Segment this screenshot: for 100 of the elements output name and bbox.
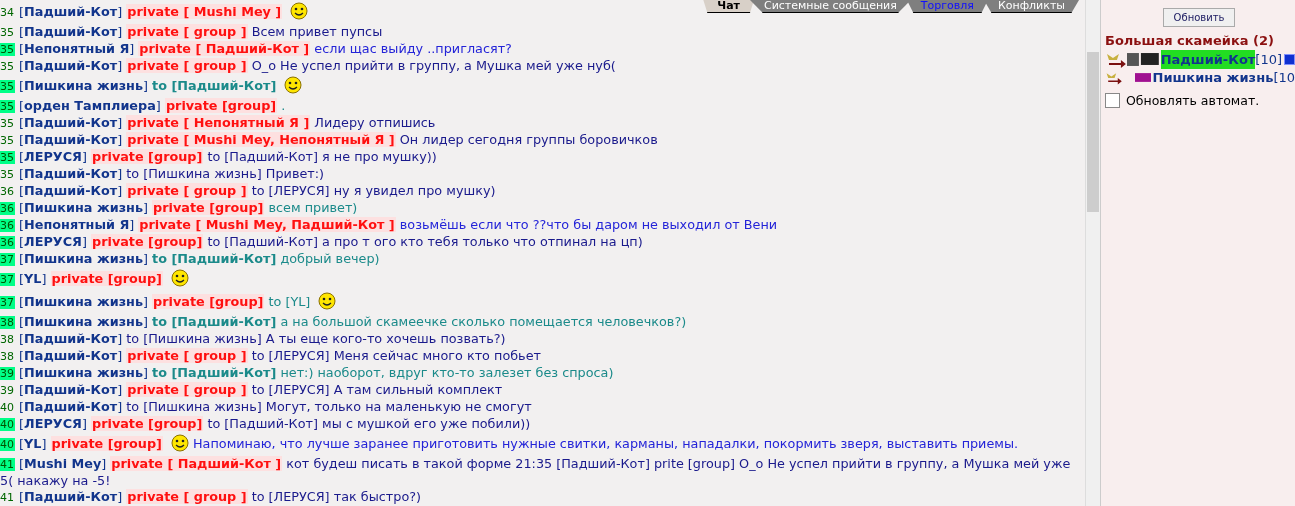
sender-name[interactable]: [Падший-Кот]	[19, 399, 123, 414]
sender-name[interactable]: [Пишкина жизнь]	[19, 365, 148, 380]
message-text: Меня сейчас много кто побьет	[333, 348, 541, 363]
message-text: так быстро?)	[333, 489, 421, 504]
sender-name[interactable]: [ЛЕРУСЯ]	[19, 416, 87, 431]
message-text: всем привет)	[268, 200, 358, 215]
message-text: возьмёшь если что ??что бы даром не выходил от Вени	[399, 217, 778, 232]
timestamp: 39	[0, 384, 15, 397]
timestamp: 41	[0, 458, 15, 471]
sender-name[interactable]: [Пишкина жизнь]	[19, 294, 148, 309]
sender-name[interactable]: [Падший-Кот]	[19, 382, 123, 397]
sender-name[interactable]: [YL]	[19, 436, 47, 451]
addressee[interactable]: to [Падший-Кот]	[152, 251, 277, 266]
checkbox-label: Обновлять автомат.	[1126, 91, 1260, 110]
sender-name[interactable]: [Пишкина жизнь]	[19, 78, 148, 93]
scrollbar[interactable]	[1085, 0, 1100, 506]
message-text: мы с мушкой его уже побили))	[322, 416, 531, 431]
timestamp: 40	[0, 418, 15, 431]
sender-name[interactable]: [Падший-Кот]	[19, 331, 123, 346]
timestamp: 36	[0, 236, 15, 249]
sender-name[interactable]: [Падший-Кот]	[19, 132, 123, 147]
addressee[interactable]: to [ЛЕРУСЯ]	[251, 348, 330, 363]
sender-name[interactable]: [Падший-Кот]	[19, 166, 123, 181]
timestamp: 36	[0, 185, 15, 198]
timestamp: 35	[0, 117, 15, 130]
addressee[interactable]: to [ЛЕРУСЯ]	[251, 183, 330, 198]
addressee[interactable]: to [YL]	[268, 294, 311, 309]
timestamp: 35	[0, 60, 15, 73]
timestamp: 35	[0, 168, 15, 181]
message-text: Лидеру отпишись	[314, 115, 436, 130]
timestamp: 37	[0, 296, 15, 309]
sender-name[interactable]: [Падший-Кот]	[19, 58, 123, 73]
message-text: О_о Не успел прийти в группу, а Мушка мей уже нуб(	[251, 58, 616, 73]
timestamp: 35	[0, 151, 15, 164]
sender-name[interactable]: [Mushi Mey]	[19, 456, 107, 471]
sender-name[interactable]: [ЛЕРУСЯ]	[19, 149, 87, 164]
member-name[interactable]: Пишкина жизнь	[1152, 67, 1274, 88]
sender-name[interactable]: [YL]	[19, 271, 47, 286]
sender-name[interactable]: [Падший-Кот]	[19, 4, 123, 19]
message-text: .	[281, 98, 286, 113]
message-text: А там сильный комплект	[333, 382, 503, 397]
sender-name[interactable]: [Пишкина жизнь]	[19, 314, 148, 329]
addressee[interactable]: to [Падший-Кот]	[152, 314, 277, 329]
timestamp: 35	[0, 80, 15, 93]
timestamp: 40	[0, 438, 15, 451]
timestamp: 38	[0, 316, 15, 329]
sender-name[interactable]: [Падший-Кот]	[19, 115, 123, 130]
sender-name[interactable]: [Падший-Кот]	[19, 489, 123, 504]
room-title: Большая скамейка (2)	[1105, 32, 1275, 50]
sender-name[interactable]: [орден Тамплиера]	[19, 98, 161, 113]
sender-name[interactable]: [Непонятный Я]	[19, 217, 135, 232]
addressee[interactable]: to [Падший-Кот]	[207, 149, 318, 164]
sender-name[interactable]: [Падший-Кот]	[19, 348, 123, 363]
timestamp: 39	[0, 367, 15, 380]
message-text: А ты еще кого-то хочешь позвать?)	[265, 331, 506, 346]
message-text: ну я увидел про мушку)	[333, 183, 496, 198]
addressee[interactable]: to [Падший-Кот]	[152, 365, 277, 380]
arrow-icon	[1105, 51, 1127, 68]
timestamp: 38	[0, 333, 15, 346]
sender-name[interactable]: [ЛЕРУСЯ]	[19, 234, 87, 249]
addressee[interactable]: to [Падший-Кот]	[207, 416, 318, 431]
sender-name[interactable]: [Пишкина жизнь]	[19, 251, 148, 266]
timestamp: 37	[0, 253, 15, 266]
addressee[interactable]: to [Падший-Кот]	[207, 234, 318, 249]
message-text: добрый вечер)	[280, 251, 380, 266]
message-text: Всем привет пупсы	[251, 24, 383, 39]
sender-name[interactable]: [Пишкина жизнь]	[19, 200, 148, 215]
timestamp: 38	[0, 350, 15, 363]
tab[interactable]: Чат	[703, 0, 754, 13]
addressee[interactable]: to [Пишкина жизнь]	[126, 399, 262, 414]
timestamp: 36	[0, 219, 15, 232]
message-text: Напоминаю, что лучше заранее приготовить нужные свитки, карманы, нападалки, покормить зверя, выставить приемы.	[193, 436, 1019, 451]
message-text: Он лидер сегодня группы боровичков	[399, 132, 658, 147]
addressee[interactable]: to [Пишкина жизнь]	[126, 166, 262, 181]
timestamp: 36	[0, 202, 15, 215]
addressee[interactable]: to [Падший-Кот]	[152, 78, 277, 93]
addressee[interactable]: to [ЛЕРУСЯ]	[251, 382, 330, 397]
addressee[interactable]: to [ЛЕРУСЯ]	[251, 489, 330, 504]
sender-name[interactable]: [Падший-Кот]	[19, 24, 123, 39]
message-text: Могут, только на маленькую не смогут	[265, 399, 532, 414]
checkbox[interactable]	[1105, 93, 1120, 109]
timestamp: 34	[0, 6, 15, 19]
message-text: я не про мушку))	[322, 149, 437, 164]
member-level: [10]	[1255, 50, 1283, 69]
refresh-button[interactable]: Обновить	[1162, 8, 1236, 27]
addressee[interactable]: to [Пишкина жизнь]	[126, 331, 262, 346]
message-text: нет:) наоборот, вдруг кто-то залезет без спроса)	[280, 365, 614, 380]
sender-name[interactable]: [Непонятный Я]	[19, 41, 135, 56]
tab[interactable]: Конфликты	[983, 0, 1079, 13]
timestamp: 35	[0, 134, 15, 147]
timestamp: 41	[0, 491, 15, 504]
info-icon[interactable]	[1284, 54, 1295, 65]
message-text: 5( накажу на -5!	[0, 473, 111, 488]
message-text: если щас выйду ..пригласят?	[314, 41, 512, 56]
message-text: а на большой скамеечке сколько помещается человечков?)	[280, 314, 687, 329]
timestamp: 35	[0, 26, 15, 39]
timestamp: 35	[0, 100, 15, 113]
message-text: кот будеш писать в такой форме 21:35 [Падший-Кот] prite [group] О_о Не успел прийти в группу, а Мушка мей уже	[286, 456, 1071, 471]
timestamp: 40	[0, 401, 15, 414]
sender-name[interactable]: [Падший-Кот]	[19, 183, 123, 198]
